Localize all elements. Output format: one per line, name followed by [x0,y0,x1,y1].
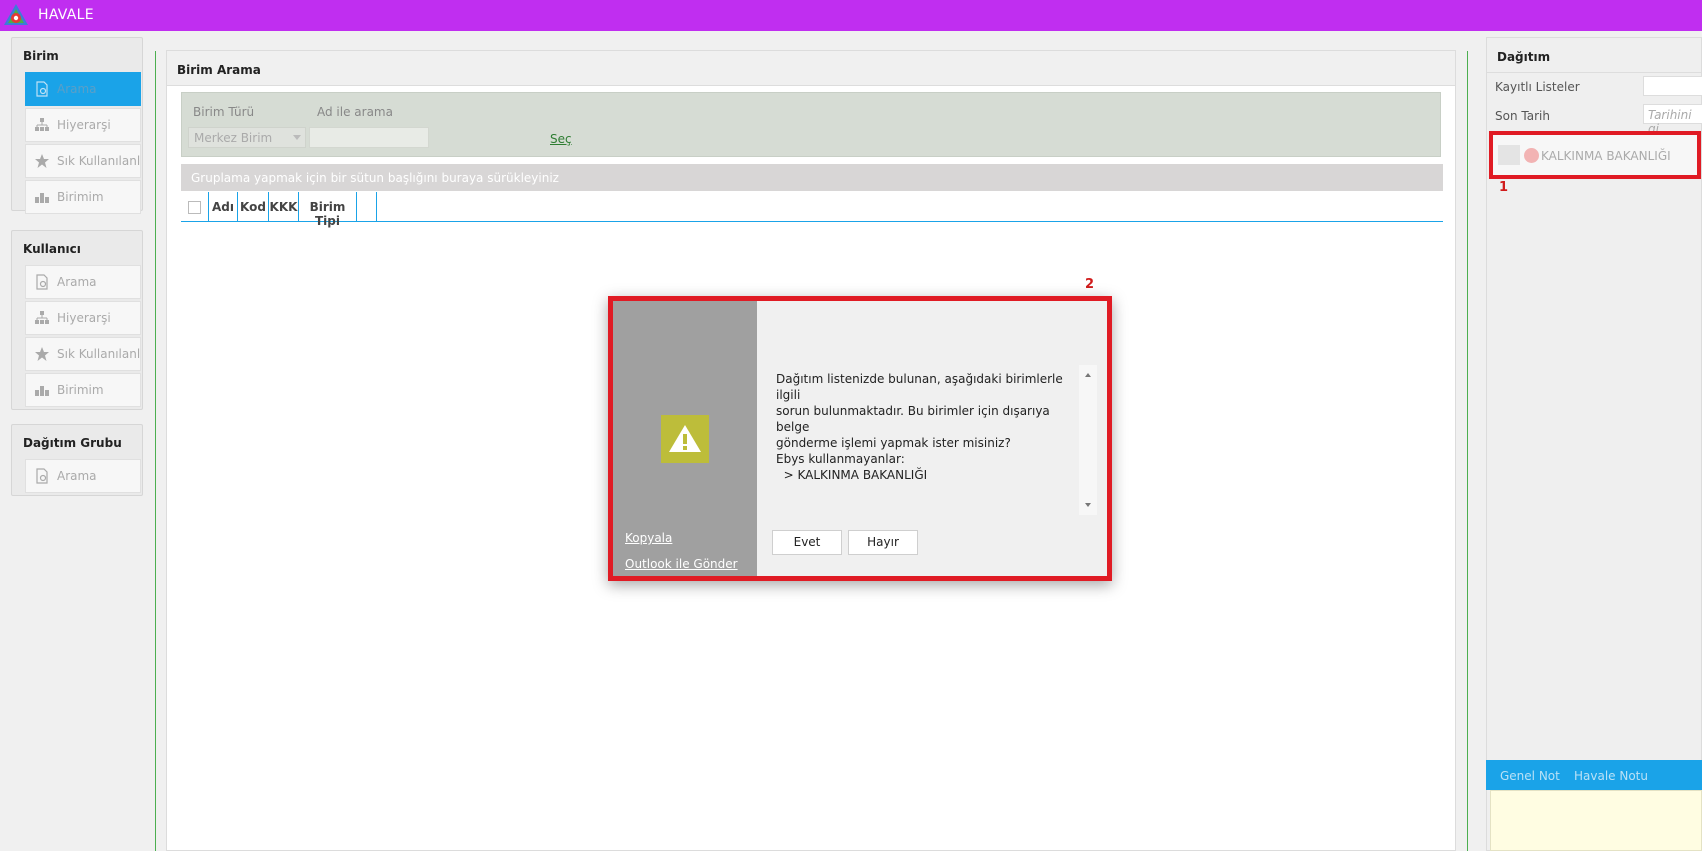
name-search-label: Ad ile arama [317,105,393,119]
send-outlook-link[interactable]: Outlook ile Gönder [625,557,738,571]
column-header-kod[interactable]: Kod [238,192,269,222]
note-textarea[interactable] [1490,790,1702,851]
nav-item-kullanici-sik[interactable]: Sık Kullanılanlar [25,337,141,371]
nav-item-grup-arama[interactable]: Arama [25,459,141,493]
warning-icon [661,415,709,463]
annotation-marker-2: 2 [1085,277,1095,292]
no-button[interactable]: Hayır [848,530,918,555]
recipient-item[interactable]: KALKINMA BAKANLIĞI [1489,131,1701,179]
scroll-down-icon[interactable] [1085,503,1091,507]
recipient-name: KALKINMA BAKANLIĞI [1541,149,1671,163]
nav-item-label: Hiyerarşi [57,311,111,325]
nav-item-label: Arama [57,469,97,483]
tab-havale-notu[interactable]: Havale Notu [1574,769,1648,783]
hierarchy-icon [35,311,49,324]
due-date-label: Son Tarih [1495,109,1550,123]
hierarchy-icon [35,118,49,131]
copy-link[interactable]: Kopyala [625,531,672,545]
star-icon [35,154,49,168]
due-date-input[interactable]: Tarihini gi [1643,104,1702,136]
message-line: gönderme işlemi yapmak ister misiniz? [776,436,1011,450]
message-line: sorun bulunmaktadır. Bu birimler için dı… [776,404,1050,434]
distribution-title: Dağıtım [1487,38,1701,73]
saved-lists-select[interactable] [1643,76,1702,96]
left-separator [155,51,156,851]
nav-group-birim: Birim Arama Hiyerarşi Sık Kullanılanlar … [11,37,143,214]
column-header-extra[interactable] [357,192,377,222]
confirm-dialog: Kopyala Outlook ile Gönder Dağıtım liste… [608,296,1112,581]
distribution-panel: Dağıtım Kayıtlı Listeler Son Tarih Tarih… [1486,37,1702,851]
select-link[interactable]: Seç [550,132,572,146]
app-title: HAVALE [38,7,94,23]
org-units-icon [35,386,49,396]
nav-item-kullanici-arama[interactable]: Arama [25,265,141,299]
select-all-column [181,192,209,222]
unit-type-value: Merkez Birim [194,131,273,145]
nav-item-label: Sık Kullanılanlar [57,154,141,168]
message-line: Dağıtım listenizde bulunan, aşağıdaki bi… [776,372,1063,402]
nav-item-birim-sik[interactable]: Sık Kullanılanlar [25,144,141,178]
nav-item-label: Arama [57,275,97,289]
document-search-icon [36,468,48,484]
message-scrollbar[interactable] [1079,365,1097,515]
tab-genel-not[interactable]: Genel Not [1500,769,1560,783]
status-indicator-icon [1524,148,1539,163]
yes-button[interactable]: Evet [772,530,842,555]
unit-type-label: Birim Türü [193,105,255,119]
unit-type-select[interactable]: Merkez Birim [188,127,306,148]
results-grid-header: Adı Kod KKK Birim Tipi [181,192,1443,228]
title-bar: HAVALE [0,0,1702,31]
message-line: Ebys kullanmayanlar: [776,452,905,466]
scroll-up-icon[interactable] [1085,373,1091,377]
nav-item-label: Birimim [57,190,104,204]
right-separator [1467,51,1468,851]
name-search-input[interactable] [309,127,429,148]
nav-item-label: Hiyerarşi [57,118,111,132]
nav-item-label: Sık Kullanılanlar [57,347,141,361]
nav-group-kullanici: Kullanıcı Arama Hiyerarşi Sık Kullanılan… [11,230,143,410]
column-header-kkk[interactable]: KKK [269,192,299,222]
note-tabs: Genel Not Havale Notu [1486,760,1702,790]
nav-item-label: Birimim [57,383,104,397]
chevron-down-icon [293,135,301,140]
app-logo-icon [4,4,28,25]
nav-group-title: Birim [23,49,59,63]
column-header-adi[interactable]: Adı [209,192,238,222]
document-search-icon [36,274,48,290]
annotation-marker-1: 1 [1499,180,1509,195]
dialog-side-panel: Kopyala Outlook ile Gönder [613,301,757,576]
select-all-checkbox[interactable] [188,201,201,214]
saved-lists-label: Kayıtlı Listeler [1495,80,1580,94]
panel-title: Birim Arama [167,51,1455,86]
dialog-message: Dağıtım listenizde bulunan, aşağıdaki bi… [776,371,1076,483]
column-header-birim-tipi[interactable]: Birim Tipi [299,192,357,228]
nav-group-title: Kullanıcı [23,242,81,256]
nav-item-birim-arama[interactable]: Arama [25,72,141,106]
star-icon [35,347,49,361]
nav-group-dagitim-grubu: Dağıtım Grubu Arama [11,424,143,496]
nav-item-kullanici-hiyerarsi[interactable]: Hiyerarşi [25,301,141,335]
message-line: > KALKINMA BAKANLIĞI [776,468,928,482]
org-units-icon [1498,145,1520,165]
nav-group-title: Dağıtım Grubu [23,436,122,450]
nav-item-label: Arama [57,82,97,96]
org-units-icon [35,193,49,203]
group-by-drop-area[interactable]: Gruplama yapmak için bir sütun başlığını… [181,164,1443,191]
nav-item-birim-birimim[interactable]: Birimim [25,180,141,214]
nav-item-kullanici-birimim[interactable]: Birimim [25,373,141,407]
filter-bar: Birim Türü Ad ile arama Merkez Birim Seç [181,92,1441,157]
nav-item-birim-hiyerarsi[interactable]: Hiyerarşi [25,108,141,142]
document-search-icon [36,81,48,97]
